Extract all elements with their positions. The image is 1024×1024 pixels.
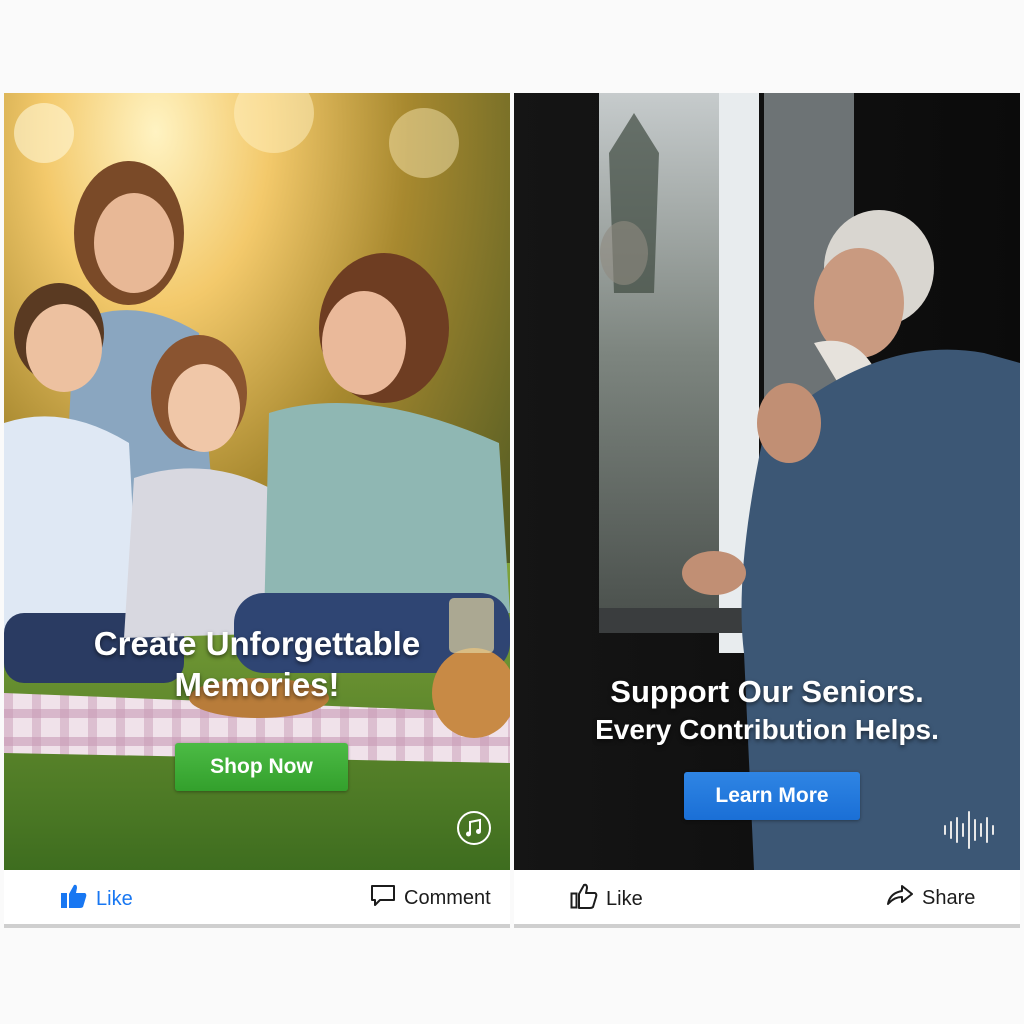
ad-post-seniors: Support Our Seniors. Every Contribution … — [514, 93, 1020, 928]
comment-button[interactable]: Comment — [370, 883, 491, 913]
audio-waveform-icon[interactable] — [942, 808, 1000, 857]
headline-line-1: Create Unforgettable — [93, 625, 421, 662]
post-action-bar: Like Comment — [4, 870, 510, 924]
post-image-senior-window[interactable]: Support Our Seniors. Every Contribution … — [514, 93, 1020, 870]
post-action-bar: Like Share — [514, 870, 1020, 924]
headline-line-2: Every Contribution Helps. — [595, 713, 939, 745]
share-arrow-icon — [886, 883, 914, 913]
post-image-family-picnic[interactable]: Create Unforgettable Memories! Shop Now — [4, 93, 510, 870]
thumbs-up-filled-icon — [60, 883, 88, 915]
thumbs-up-outline-icon — [570, 883, 598, 915]
share-label: Share — [922, 886, 976, 909]
shop-now-button[interactable]: Shop Now — [175, 743, 348, 791]
post-divider — [514, 924, 1020, 928]
comment-icon — [370, 883, 396, 913]
post-divider — [4, 924, 510, 928]
like-button[interactable]: Like — [570, 883, 643, 915]
post-headline: Create Unforgettable Memories! — [4, 623, 510, 706]
comment-label: Comment — [404, 886, 491, 909]
like-label: Like — [606, 887, 643, 910]
like-label: Like — [96, 887, 133, 910]
like-button[interactable]: Like — [60, 883, 133, 915]
share-button[interactable]: Share — [886, 883, 975, 913]
music-note-icon[interactable] — [456, 810, 492, 851]
headline-line-2: Memories! — [174, 666, 340, 704]
headline-line-1: Support Our Seniors. — [610, 674, 924, 709]
post-headline: Support Our Seniors. Every Contribution … — [514, 673, 1020, 747]
senior-window-photo — [514, 93, 1020, 870]
ad-post-family-picnic: Create Unforgettable Memories! Shop Now … — [4, 93, 510, 928]
learn-more-button[interactable]: Learn More — [684, 772, 860, 820]
